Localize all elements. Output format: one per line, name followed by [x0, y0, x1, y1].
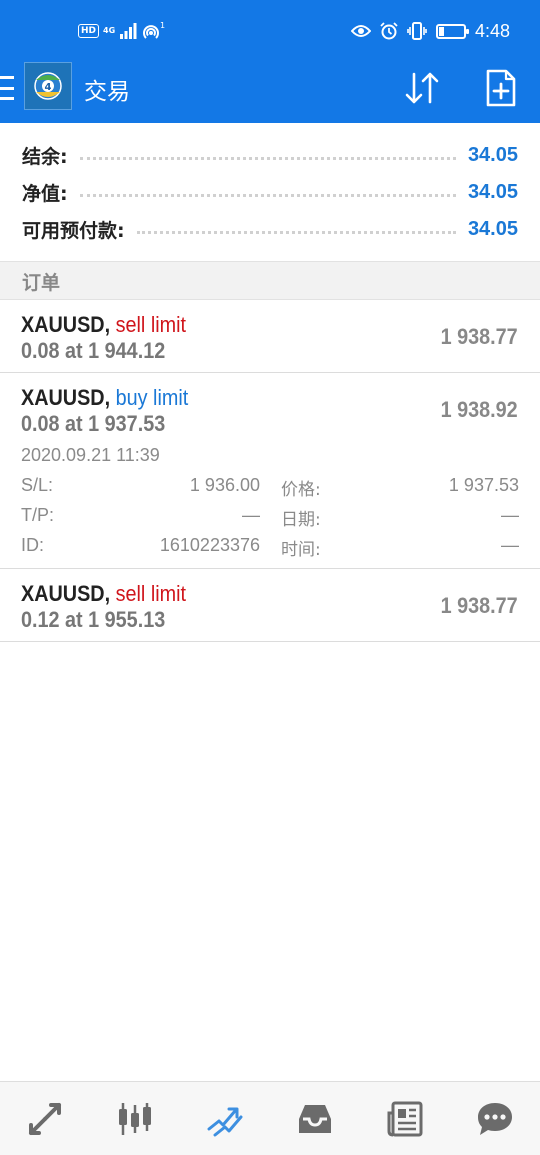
nav-news[interactable]	[360, 1082, 450, 1155]
eye-icon	[350, 25, 371, 37]
order-symbol-line: XAUUSD, buy limit	[21, 385, 188, 411]
app-bar: 4 交易	[0, 60, 540, 123]
sl-value: 1 936.00	[189, 475, 260, 495]
nav-trade[interactable]	[180, 1082, 270, 1155]
messages-icon	[478, 1102, 512, 1135]
hotspot-icon: 1	[143, 21, 165, 39]
alarm-icon	[380, 22, 398, 40]
price-value: 1 937.53	[448, 475, 519, 495]
order-current-price: 1 938.77	[440, 324, 518, 349]
history-icon	[299, 1104, 331, 1133]
new-order-icon	[486, 69, 516, 107]
order-date: 2020.09.21 11:39	[21, 445, 160, 465]
free-margin-row: 可用预付款: 34.05	[22, 211, 518, 247]
free-margin-value: 34.05	[467, 217, 518, 240]
nav-history[interactable]	[270, 1082, 360, 1155]
price-label: 价格:	[281, 480, 321, 500]
order-symbol: XAUUSD,	[21, 385, 111, 410]
order-type: buy limit	[115, 385, 189, 410]
status-bar: HD 4G 1 4:48	[0, 0, 540, 60]
new-order-button[interactable]	[482, 68, 520, 108]
equity-value: 34.05	[467, 180, 518, 203]
status-time: 4:48	[474, 20, 510, 41]
sort-icon	[405, 72, 439, 104]
sort-button[interactable]	[402, 68, 442, 108]
nav-chart[interactable]	[90, 1082, 180, 1155]
order-volume: 0.08 at 1 937.53	[21, 411, 166, 436]
page-title: 交易	[84, 79, 130, 105]
expiry-time-label: 时间:	[281, 540, 321, 560]
equity-row: 净值: 34.05	[22, 174, 518, 210]
order-current-price: 1 938.92	[440, 397, 518, 422]
expiry-date-label: 日期:	[281, 510, 321, 530]
svg-text:1: 1	[160, 21, 165, 30]
vibrate-icon	[407, 22, 427, 40]
order-symbol-line: XAUUSD, sell limit	[21, 581, 186, 607]
quotes-icon	[29, 1102, 61, 1135]
order-volume: 0.08 at 1 944.12	[21, 338, 166, 363]
balance-label: 结余:	[22, 145, 68, 168]
order-volume: 0.12 at 1 955.13	[21, 607, 166, 632]
dotted-leader	[79, 150, 456, 160]
detail-row: S/L: 1 936.00 价格: 1 937.53	[21, 475, 519, 501]
news-icon	[387, 1101, 423, 1136]
menu-icon[interactable]	[0, 76, 14, 100]
order-symbol: XAUUSD,	[21, 581, 111, 606]
order-symbol-line: XAUUSD, sell limit	[21, 312, 186, 338]
metatrader-logo[interactable]: 4	[24, 62, 72, 110]
order-row[interactable]: XAUUSD, sell limit 0.12 at 1 955.13 1 93…	[0, 569, 540, 642]
id-value: 1610223376	[159, 535, 260, 555]
orders-section-header: 订单	[0, 261, 540, 300]
status-right: 4:48	[350, 18, 510, 44]
balance-row: 结余: 34.05	[22, 137, 518, 173]
status-left: HD 4G 1	[78, 20, 165, 42]
order-type: sell limit	[115, 581, 187, 606]
detail-row: T/P: — 日期: —	[21, 505, 519, 531]
dotted-leader	[79, 187, 456, 197]
free-margin-label: 可用预付款:	[22, 219, 125, 242]
order-current-price: 1 938.77	[440, 593, 518, 618]
chart-icon	[119, 1102, 151, 1135]
order-row[interactable]: XAUUSD, sell limit 0.08 at 1 944.12 1 93…	[0, 300, 540, 373]
svg-text:4: 4	[45, 82, 52, 93]
signal-icon	[120, 23, 137, 39]
tp-label: T/P:	[21, 505, 55, 525]
battery-icon	[435, 23, 469, 39]
battery-fill	[438, 26, 445, 36]
account-summary: 结余: 34.05 净值: 34.05 可用预付款: 34.05	[0, 123, 540, 261]
order-symbol: XAUUSD,	[21, 312, 111, 337]
expiry-time-value: —	[501, 535, 519, 555]
orders-header-label: 订单	[22, 272, 61, 294]
sl-label: S/L:	[21, 475, 54, 495]
trade-icon	[207, 1107, 243, 1136]
dotted-leader	[136, 224, 456, 234]
nav-messages[interactable]	[450, 1082, 540, 1155]
hd-icon: HD	[78, 24, 100, 38]
equity-label: 净值:	[22, 182, 68, 205]
detail-row: ID: 1610223376 时间: —	[21, 535, 519, 561]
nav-quotes[interactable]	[0, 1082, 90, 1155]
expiry-date-value: —	[501, 505, 519, 525]
order-type: sell limit	[115, 312, 187, 337]
id-label: ID:	[21, 535, 45, 555]
balance-value: 34.05	[467, 143, 518, 166]
tp-value: —	[242, 505, 260, 525]
network-type-label: 4G	[103, 26, 116, 35]
order-row-expanded[interactable]: XAUUSD, buy limit 0.08 at 1 937.53 1 938…	[0, 373, 540, 569]
bottom-nav	[0, 1081, 540, 1155]
